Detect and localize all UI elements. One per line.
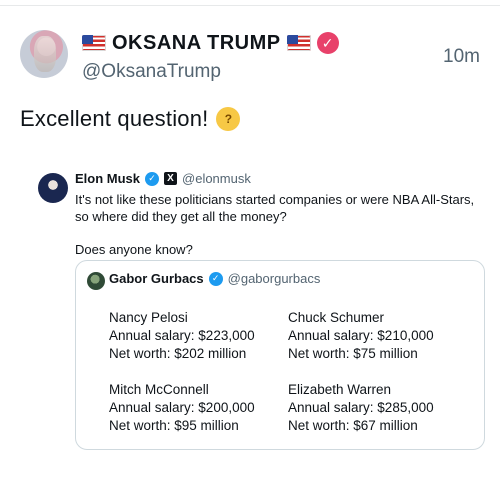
thinking-face-icon: ? bbox=[216, 107, 241, 131]
politician-salary: Annual salary: $285,000 bbox=[288, 400, 434, 415]
nested-handle[interactable]: @gaborgurbacs bbox=[228, 271, 321, 286]
x-logo-icon: X bbox=[164, 172, 178, 185]
politician-net-worth: Net worth: $202 million bbox=[109, 346, 247, 361]
us-flag-icon bbox=[82, 35, 106, 51]
politician-net-worth: Net worth: $75 million bbox=[288, 346, 418, 361]
verified-badge-icon: ✓ bbox=[208, 271, 223, 286]
politician-salary: Annual salary: $210,000 bbox=[288, 328, 434, 343]
nested-quote-card[interactable]: Gabor Gurbacs ✓ @gaborgurbacs Nancy Pelo… bbox=[75, 260, 485, 450]
display-name[interactable]: OKSANA TRUMP bbox=[112, 32, 281, 55]
author-name-row[interactable]: OKSANA TRUMP ✓ bbox=[82, 30, 339, 56]
quoted-text-line: Does anyone know? bbox=[75, 242, 193, 257]
politician-name: Elizabeth Warren bbox=[288, 382, 392, 397]
politician-name: Mitch McConnell bbox=[109, 382, 209, 397]
tweet-text-content: Excellent question! bbox=[20, 106, 209, 131]
quoted-tweet[interactable]: Elon Musk ✓ X @elonmusk It's not like th… bbox=[20, 158, 485, 463]
politician-block: Chuck Schumer Annual salary: $210,000 Ne… bbox=[288, 309, 434, 363]
quoted-avatar[interactable] bbox=[38, 173, 68, 203]
quoted-handle[interactable]: @elonmusk bbox=[182, 171, 251, 186]
politician-block: Nancy Pelosi Annual salary: $223,000 Net… bbox=[109, 309, 255, 363]
nested-header: Gabor Gurbacs ✓ @gaborgurbacs bbox=[109, 271, 320, 286]
politician-name: Nancy Pelosi bbox=[109, 310, 188, 325]
politician-salary: Annual salary: $223,000 bbox=[109, 328, 255, 343]
verified-badge-icon: ✓ bbox=[145, 171, 160, 186]
avatar[interactable] bbox=[20, 30, 68, 78]
politician-net-worth: Net worth: $95 million bbox=[109, 418, 239, 433]
politician-block: Mitch McConnell Annual salary: $200,000 … bbox=[109, 381, 255, 435]
quoted-name[interactable]: Elon Musk bbox=[75, 171, 140, 186]
top-divider bbox=[0, 5, 500, 6]
quoted-text-line: It's not like these politicians started … bbox=[75, 192, 475, 224]
politician-salary: Annual salary: $200,000 bbox=[109, 400, 255, 415]
author-handle[interactable]: @OksanaTrump bbox=[82, 61, 221, 83]
politician-name: Chuck Schumer bbox=[288, 310, 385, 325]
nested-name[interactable]: Gabor Gurbacs bbox=[109, 271, 204, 286]
quoted-header: Elon Musk ✓ X @elonmusk bbox=[75, 171, 251, 186]
verified-badge-icon: ✓ bbox=[316, 32, 339, 54]
politician-net-worth: Net worth: $67 million bbox=[288, 418, 418, 433]
timestamp[interactable]: 10m bbox=[443, 46, 480, 68]
politician-block: Elizabeth Warren Annual salary: $285,000… bbox=[288, 381, 434, 435]
us-flag-icon bbox=[286, 35, 311, 51]
tweet-text: Excellent question! ? bbox=[20, 106, 241, 132]
nested-avatar[interactable] bbox=[87, 272, 105, 290]
